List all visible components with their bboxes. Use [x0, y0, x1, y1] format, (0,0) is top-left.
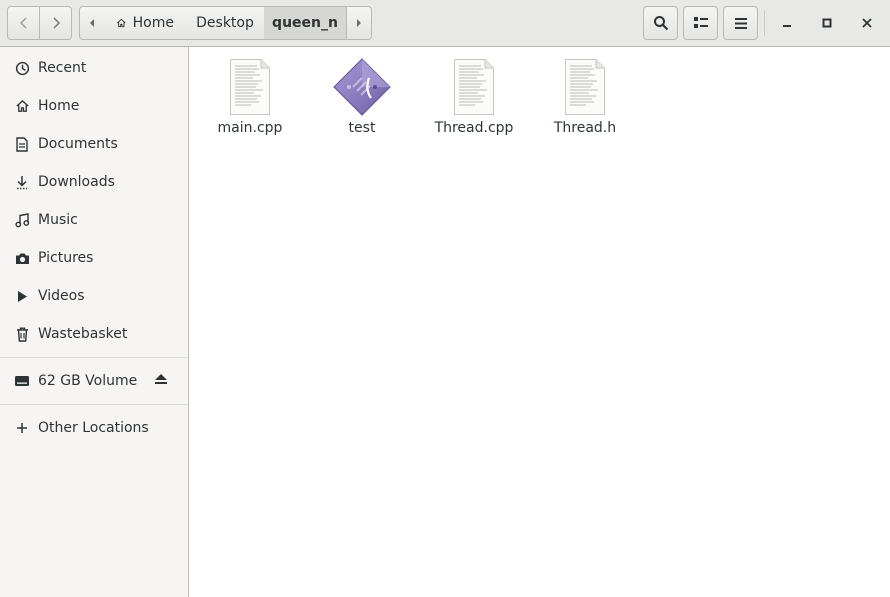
- close-button[interactable]: [850, 6, 884, 40]
- document-icon: [14, 136, 30, 152]
- chevron-left-icon: [19, 17, 27, 29]
- path-scroll-right-button[interactable]: [346, 6, 372, 40]
- maximize-icon: [822, 18, 832, 28]
- file-name: main.cpp: [217, 120, 283, 136]
- minimize-button[interactable]: [770, 6, 804, 40]
- sidebar-item-label: Documents: [38, 136, 118, 152]
- file-view[interactable]: main.cpp test Thread.cpp Thread.h: [189, 47, 890, 597]
- text-file-icon: [555, 57, 615, 117]
- sidebar-item-label: Wastebasket: [38, 326, 128, 342]
- breadcrumb-label: Home: [132, 15, 174, 31]
- eject-icon[interactable]: [154, 373, 168, 389]
- file-name: Thread.h: [553, 120, 617, 136]
- sidebar-item-videos[interactable]: Videos: [0, 277, 188, 315]
- close-icon: [862, 18, 872, 28]
- sidebar-item-label: Music: [38, 212, 78, 228]
- camera-icon: [14, 250, 30, 266]
- download-icon: [14, 174, 30, 190]
- trash-icon: [14, 326, 30, 342]
- video-icon: [14, 288, 30, 304]
- view-toggle-button[interactable]: [683, 6, 718, 40]
- forward-button[interactable]: [39, 6, 72, 40]
- music-icon: [14, 212, 30, 228]
- search-button[interactable]: [643, 6, 678, 40]
- breadcrumb-label: Desktop: [196, 15, 254, 31]
- sidebar-item-label: Videos: [38, 288, 85, 304]
- sidebar-separator: [0, 357, 188, 358]
- plus-icon: [14, 420, 30, 436]
- home-icon: [117, 18, 126, 28]
- sidebar-item-label: Home: [38, 98, 80, 114]
- sidebar-item-label: Other Locations: [38, 420, 149, 436]
- file-item[interactable]: Thread.h: [529, 57, 641, 147]
- list-view-icon: [693, 17, 708, 28]
- menu-button[interactable]: [723, 6, 758, 40]
- clock-icon: [14, 60, 30, 76]
- text-file-icon: [444, 57, 504, 117]
- sidebar-item-label: Downloads: [38, 174, 115, 190]
- hamburger-icon: [734, 17, 747, 29]
- back-button[interactable]: [7, 6, 40, 40]
- sidebar-item-recent[interactable]: Recent: [0, 49, 188, 87]
- sidebar-item-pictures[interactable]: Pictures: [0, 239, 188, 277]
- file-item[interactable]: test: [306, 57, 418, 147]
- sidebar-item-home[interactable]: Home: [0, 87, 188, 125]
- home-icon: [14, 98, 30, 114]
- search-icon: [653, 16, 668, 31]
- sidebar-item-wastebasket[interactable]: Wastebasket: [0, 315, 188, 353]
- maximize-button[interactable]: [810, 6, 844, 40]
- text-file-icon: [220, 57, 280, 117]
- sidebar-item-label: Pictures: [38, 250, 94, 266]
- drive-icon: [14, 373, 30, 389]
- triangle-left-icon: [90, 19, 94, 27]
- path-scroll-left-button[interactable]: [79, 6, 105, 40]
- sidebar-item-volume[interactable]: 62 GB Volume: [0, 362, 188, 400]
- executable-icon: [332, 57, 392, 117]
- sidebar: Recent Home Documents Downloads Music Pi…: [0, 47, 189, 597]
- header-bar: Home Desktop queen_n: [0, 0, 890, 47]
- breadcrumb-current[interactable]: queen_n: [264, 6, 347, 40]
- sidebar-item-downloads[interactable]: Downloads: [0, 163, 188, 201]
- breadcrumb-desktop[interactable]: Desktop: [186, 6, 265, 40]
- breadcrumb-label: queen_n: [272, 15, 338, 31]
- file-name: Thread.cpp: [434, 120, 514, 136]
- sidebar-item-label: Recent: [38, 60, 87, 76]
- header-separator: [764, 10, 765, 36]
- sidebar-item-documents[interactable]: Documents: [0, 125, 188, 163]
- file-item[interactable]: Thread.cpp: [418, 57, 530, 147]
- file-name: test: [348, 120, 376, 136]
- sidebar-separator: [0, 404, 188, 405]
- sidebar-item-other-locations[interactable]: Other Locations: [0, 409, 188, 447]
- file-item[interactable]: main.cpp: [194, 57, 306, 147]
- breadcrumb-home[interactable]: Home: [104, 6, 187, 40]
- sidebar-item-label: 62 GB Volume: [38, 373, 138, 389]
- sidebar-item-music[interactable]: Music: [0, 201, 188, 239]
- triangle-right-icon: [357, 19, 361, 27]
- minimize-icon: [783, 25, 791, 27]
- chevron-right-icon: [52, 17, 60, 29]
